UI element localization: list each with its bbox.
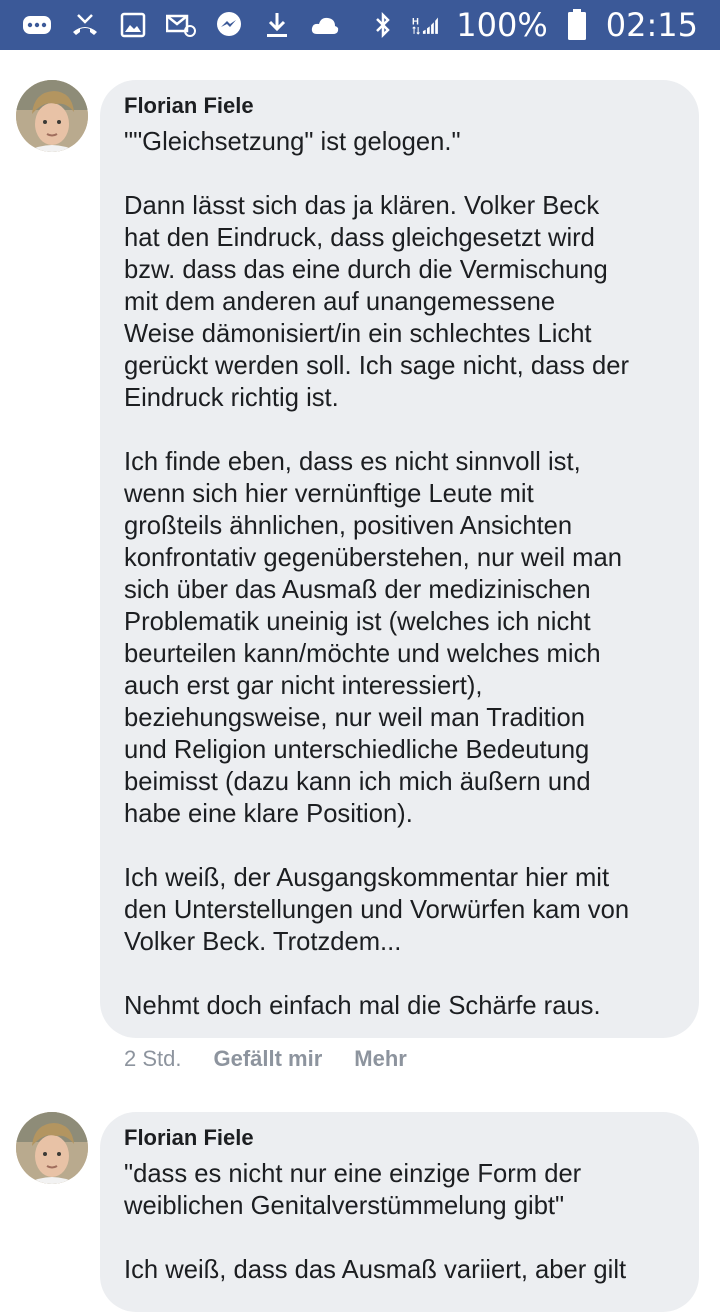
- messenger-icon: [214, 10, 244, 40]
- status-bar: H 100% 02:15: [0, 0, 720, 50]
- cloud-icon: [310, 10, 340, 40]
- comment-timestamp[interactable]: 2 Std.: [124, 1046, 181, 1072]
- battery-percent: 100%: [456, 6, 548, 44]
- comment-text: ""Gleichsetzung" ist gelogen." Dann läss…: [124, 128, 630, 1020]
- svg-text:H: H: [412, 16, 419, 27]
- comment-actions: 2 Std. Gefällt mir Mehr: [124, 1046, 407, 1072]
- gallery-icon: [118, 10, 148, 40]
- missed-call-icon: [70, 10, 100, 40]
- comment-bubble[interactable]: Florian Fiele ""Gleichsetzung" ist gelog…: [100, 80, 699, 1038]
- email-icon: [166, 10, 196, 40]
- comment-author[interactable]: Florian Fiele: [124, 92, 675, 120]
- system-icons: H 100% 02:15: [368, 0, 698, 50]
- comment-bubble[interactable]: Florian Fiele "dass es nicht nur eine ei…: [100, 1112, 699, 1312]
- comment-author[interactable]: Florian Fiele: [124, 1124, 675, 1152]
- comment-text: "dass es nicht nur eine einzige Form der…: [124, 1160, 627, 1284]
- bluetooth-icon: [368, 10, 398, 40]
- signal-icon: H: [412, 10, 442, 40]
- avatar[interactable]: [16, 1112, 88, 1184]
- battery-icon: [562, 9, 592, 40]
- avatar[interactable]: [16, 80, 88, 152]
- download-icon: [262, 10, 292, 40]
- clock: 02:15: [605, 6, 698, 44]
- like-button[interactable]: Gefällt mir: [213, 1046, 322, 1072]
- message-icon: [22, 10, 52, 40]
- notification-icons: [22, 0, 340, 50]
- more-button[interactable]: Mehr: [354, 1046, 407, 1072]
